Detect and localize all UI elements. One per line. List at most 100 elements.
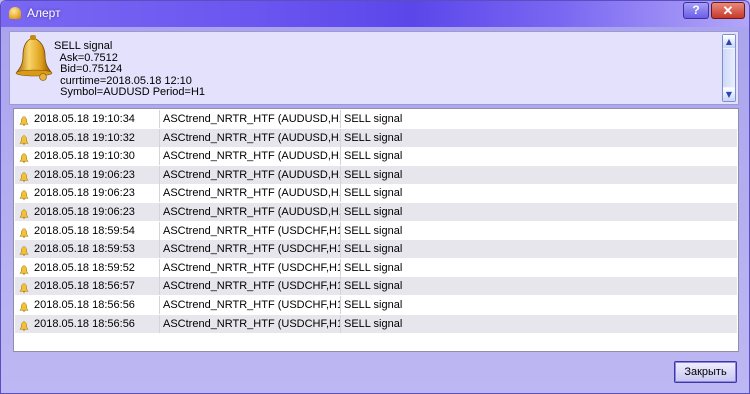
table-row[interactable]: 2018.05.18 19:10:34 ASCtrend_NRTR_HTF (AU… xyxy=(15,110,737,128)
bell-icon xyxy=(15,35,53,81)
time-cell: 2018.05.18 18:56:56 xyxy=(15,314,160,333)
source-cell: ASCtrend_NRTR_HTF (USDCHF,H1) xyxy=(161,296,341,314)
alert-list[interactable]: 2018.05.18 19:10:34 ASCtrend_NRTR_HTF (AU… xyxy=(13,108,739,352)
alert-message: SELL signal xyxy=(344,261,403,274)
source-cell: ASCtrend_NRTR_HTF (AUDUSD,H1) xyxy=(161,147,341,166)
close-window-button[interactable]: ✕ xyxy=(711,2,745,19)
alert-time: 2018.05.18 18:56:56 xyxy=(34,299,135,311)
alert-time: 2018.05.18 19:06:23 xyxy=(34,206,135,218)
message-cell: SELL signal xyxy=(342,147,734,165)
message-scrollbar[interactable]: ▲ ▼ xyxy=(722,34,736,102)
alert-source: ASCtrend_NRTR_HTF (USDCHF,H1) xyxy=(163,299,341,311)
alert-time: 2018.05.18 18:56:56 xyxy=(34,317,135,330)
source-cell: ASCtrend_NRTR_HTF (USDCHF,H1) xyxy=(161,221,341,240)
message-cell: SELL signal xyxy=(342,277,734,295)
alert-time: 2018.05.18 19:10:30 xyxy=(34,150,135,163)
table-row[interactable]: 2018.05.18 18:59:53 ASCtrend_NRTR_HTF (US… xyxy=(15,240,737,259)
warning-bell-icon xyxy=(19,114,29,126)
message-cell: SELL signal xyxy=(342,203,734,221)
alert-message: SELL signal xyxy=(344,168,403,181)
message-cell: SELL signal xyxy=(342,184,734,202)
message-cell: SELL signal xyxy=(342,315,734,333)
time-cell: 2018.05.18 19:10:32 xyxy=(15,128,160,147)
alert-source: ASCtrend_NRTR_HTF (AUDUSD,H1) xyxy=(163,206,341,218)
message-cell: SELL signal xyxy=(342,110,734,128)
alert-time: 2018.05.18 18:59:53 xyxy=(34,243,135,256)
alert-source: ASCtrend_NRTR_HTF (AUDUSD,H1) xyxy=(163,131,341,144)
scrollbar-thumb[interactable] xyxy=(723,49,735,87)
arrow-up-icon[interactable]: ▲ xyxy=(723,35,735,48)
time-cell: 2018.05.18 19:10:34 xyxy=(15,110,160,128)
alert-time: 2018.05.18 18:56:57 xyxy=(34,280,135,293)
alert-message-text: SELL signal Ask=0.7512 Bid=0.75124 currt… xyxy=(54,40,206,98)
warning-bell-icon xyxy=(19,226,29,238)
time-cell: 2018.05.18 18:56:56 xyxy=(15,296,160,314)
bell-icon xyxy=(9,7,21,19)
table-row[interactable]: 2018.05.18 19:10:30 ASCtrend_NRTR_HTF (AU… xyxy=(15,147,737,166)
message-cell: SELL signal xyxy=(342,222,734,240)
help-button[interactable]: ? xyxy=(683,2,709,19)
alert-source: ASCtrend_NRTR_HTF (USDCHF,H1) xyxy=(163,224,341,237)
alert-message: SELL signal xyxy=(344,187,403,200)
alert-message: SELL signal xyxy=(344,131,403,144)
time-cell: 2018.05.18 19:10:30 xyxy=(15,147,160,166)
message-cell: SELL signal xyxy=(342,129,734,147)
alert-time: 2018.05.18 19:10:34 xyxy=(34,113,135,125)
table-row[interactable]: 2018.05.18 18:56:56 ASCtrend_NRTR_HTF (US… xyxy=(15,296,737,314)
alert-message: SELL signal xyxy=(344,280,403,293)
time-cell: 2018.05.18 18:59:52 xyxy=(15,258,160,277)
table-row[interactable]: 2018.05.18 19:06:23 ASCtrend_NRTR_HTF (AU… xyxy=(15,165,737,184)
alert-time: 2018.05.18 18:59:54 xyxy=(34,224,135,237)
warning-bell-icon xyxy=(19,319,29,331)
alert-time: 2018.05.18 19:06:23 xyxy=(34,187,135,200)
time-cell: 2018.05.18 19:06:23 xyxy=(15,203,160,221)
warning-bell-icon xyxy=(19,263,29,275)
message-cell: SELL signal xyxy=(342,259,734,277)
title-bar[interactable]: Алерт ? ✕ xyxy=(1,1,749,27)
source-cell: ASCtrend_NRTR_HTF (USDCHF,H1) xyxy=(161,277,341,296)
alert-message: SELL signal xyxy=(344,224,403,237)
warning-bell-icon xyxy=(19,188,29,201)
table-row[interactable]: 2018.05.18 18:59:52 ASCtrend_NRTR_HTF (US… xyxy=(15,258,737,277)
warning-bell-icon xyxy=(19,281,29,294)
alert-source: ASCtrend_NRTR_HTF (USDCHF,H1) xyxy=(163,243,341,256)
message-panel: SELL signal Ask=0.7512 Bid=0.75124 currt… xyxy=(9,31,739,105)
source-cell: ASCtrend_NRTR_HTF (AUDUSD,H1) xyxy=(161,203,341,221)
source-cell: ASCtrend_NRTR_HTF (USDCHF,H1) xyxy=(161,240,341,259)
arrow-down-icon[interactable]: ▼ xyxy=(723,88,735,101)
source-cell: ASCtrend_NRTR_HTF (AUDUSD,H1) xyxy=(161,165,341,184)
alert-source: ASCtrend_NRTR_HTF (AUDUSD,H1) xyxy=(163,187,341,200)
alert-message: SELL signal xyxy=(344,150,403,163)
alert-message: SELL signal xyxy=(344,299,403,311)
table-row[interactable]: 2018.05.18 18:56:57 ASCtrend_NRTR_HTF (US… xyxy=(15,277,737,296)
warning-bell-icon xyxy=(19,300,29,312)
table-row[interactable]: 2018.05.18 19:06:23 ASCtrend_NRTR_HTF (AU… xyxy=(15,203,737,221)
time-cell: 2018.05.18 19:06:23 xyxy=(15,165,160,184)
table-row[interactable]: 2018.05.18 19:06:23 ASCtrend_NRTR_HTF (AU… xyxy=(15,184,737,203)
message-cell: SELL signal xyxy=(342,296,734,314)
alert-time: 2018.05.18 19:06:23 xyxy=(34,168,135,181)
alert-message: SELL signal xyxy=(344,206,403,218)
table-row[interactable]: 2018.05.18 18:59:54 ASCtrend_NRTR_HTF (US… xyxy=(15,221,737,240)
alert-window: Алерт ? ✕ SELL signal Ask=0.7512 Bid=0.7… xyxy=(0,0,750,394)
alert-message: SELL signal xyxy=(344,113,403,125)
alert-source: ASCtrend_NRTR_HTF (USDCHF,H1) xyxy=(163,261,341,274)
source-cell: ASCtrend_NRTR_HTF (AUDUSD,H1) xyxy=(161,128,341,147)
time-cell: 2018.05.18 18:59:54 xyxy=(15,221,160,240)
close-button[interactable]: Закрыть xyxy=(674,361,737,383)
alert-source: ASCtrend_NRTR_HTF (USDCHF,H1) xyxy=(163,280,341,293)
source-cell: ASCtrend_NRTR_HTF (USDCHF,H1) xyxy=(161,258,341,277)
alert-time: 2018.05.18 18:59:52 xyxy=(34,261,135,274)
warning-bell-icon xyxy=(19,170,29,182)
message-cell: SELL signal xyxy=(342,240,734,258)
alert-source: ASCtrend_NRTR_HTF (AUDUSD,H1) xyxy=(163,113,341,125)
warning-bell-icon xyxy=(19,207,29,219)
source-cell: ASCtrend_NRTR_HTF (USDCHF,H1) xyxy=(161,314,341,333)
alert-source: ASCtrend_NRTR_HTF (AUDUSD,H1) xyxy=(163,150,341,163)
source-cell: ASCtrend_NRTR_HTF (AUDUSD,H1) xyxy=(161,184,341,203)
alert-message: SELL signal xyxy=(344,317,403,330)
table-row[interactable]: 2018.05.18 19:10:32 ASCtrend_NRTR_HTF (AU… xyxy=(15,128,737,147)
time-cell: 2018.05.18 18:59:53 xyxy=(15,240,160,259)
table-row[interactable]: 2018.05.18 18:56:56 ASCtrend_NRTR_HTF (US… xyxy=(15,314,737,333)
alert-source: ASCtrend_NRTR_HTF (AUDUSD,H1) xyxy=(163,168,341,181)
